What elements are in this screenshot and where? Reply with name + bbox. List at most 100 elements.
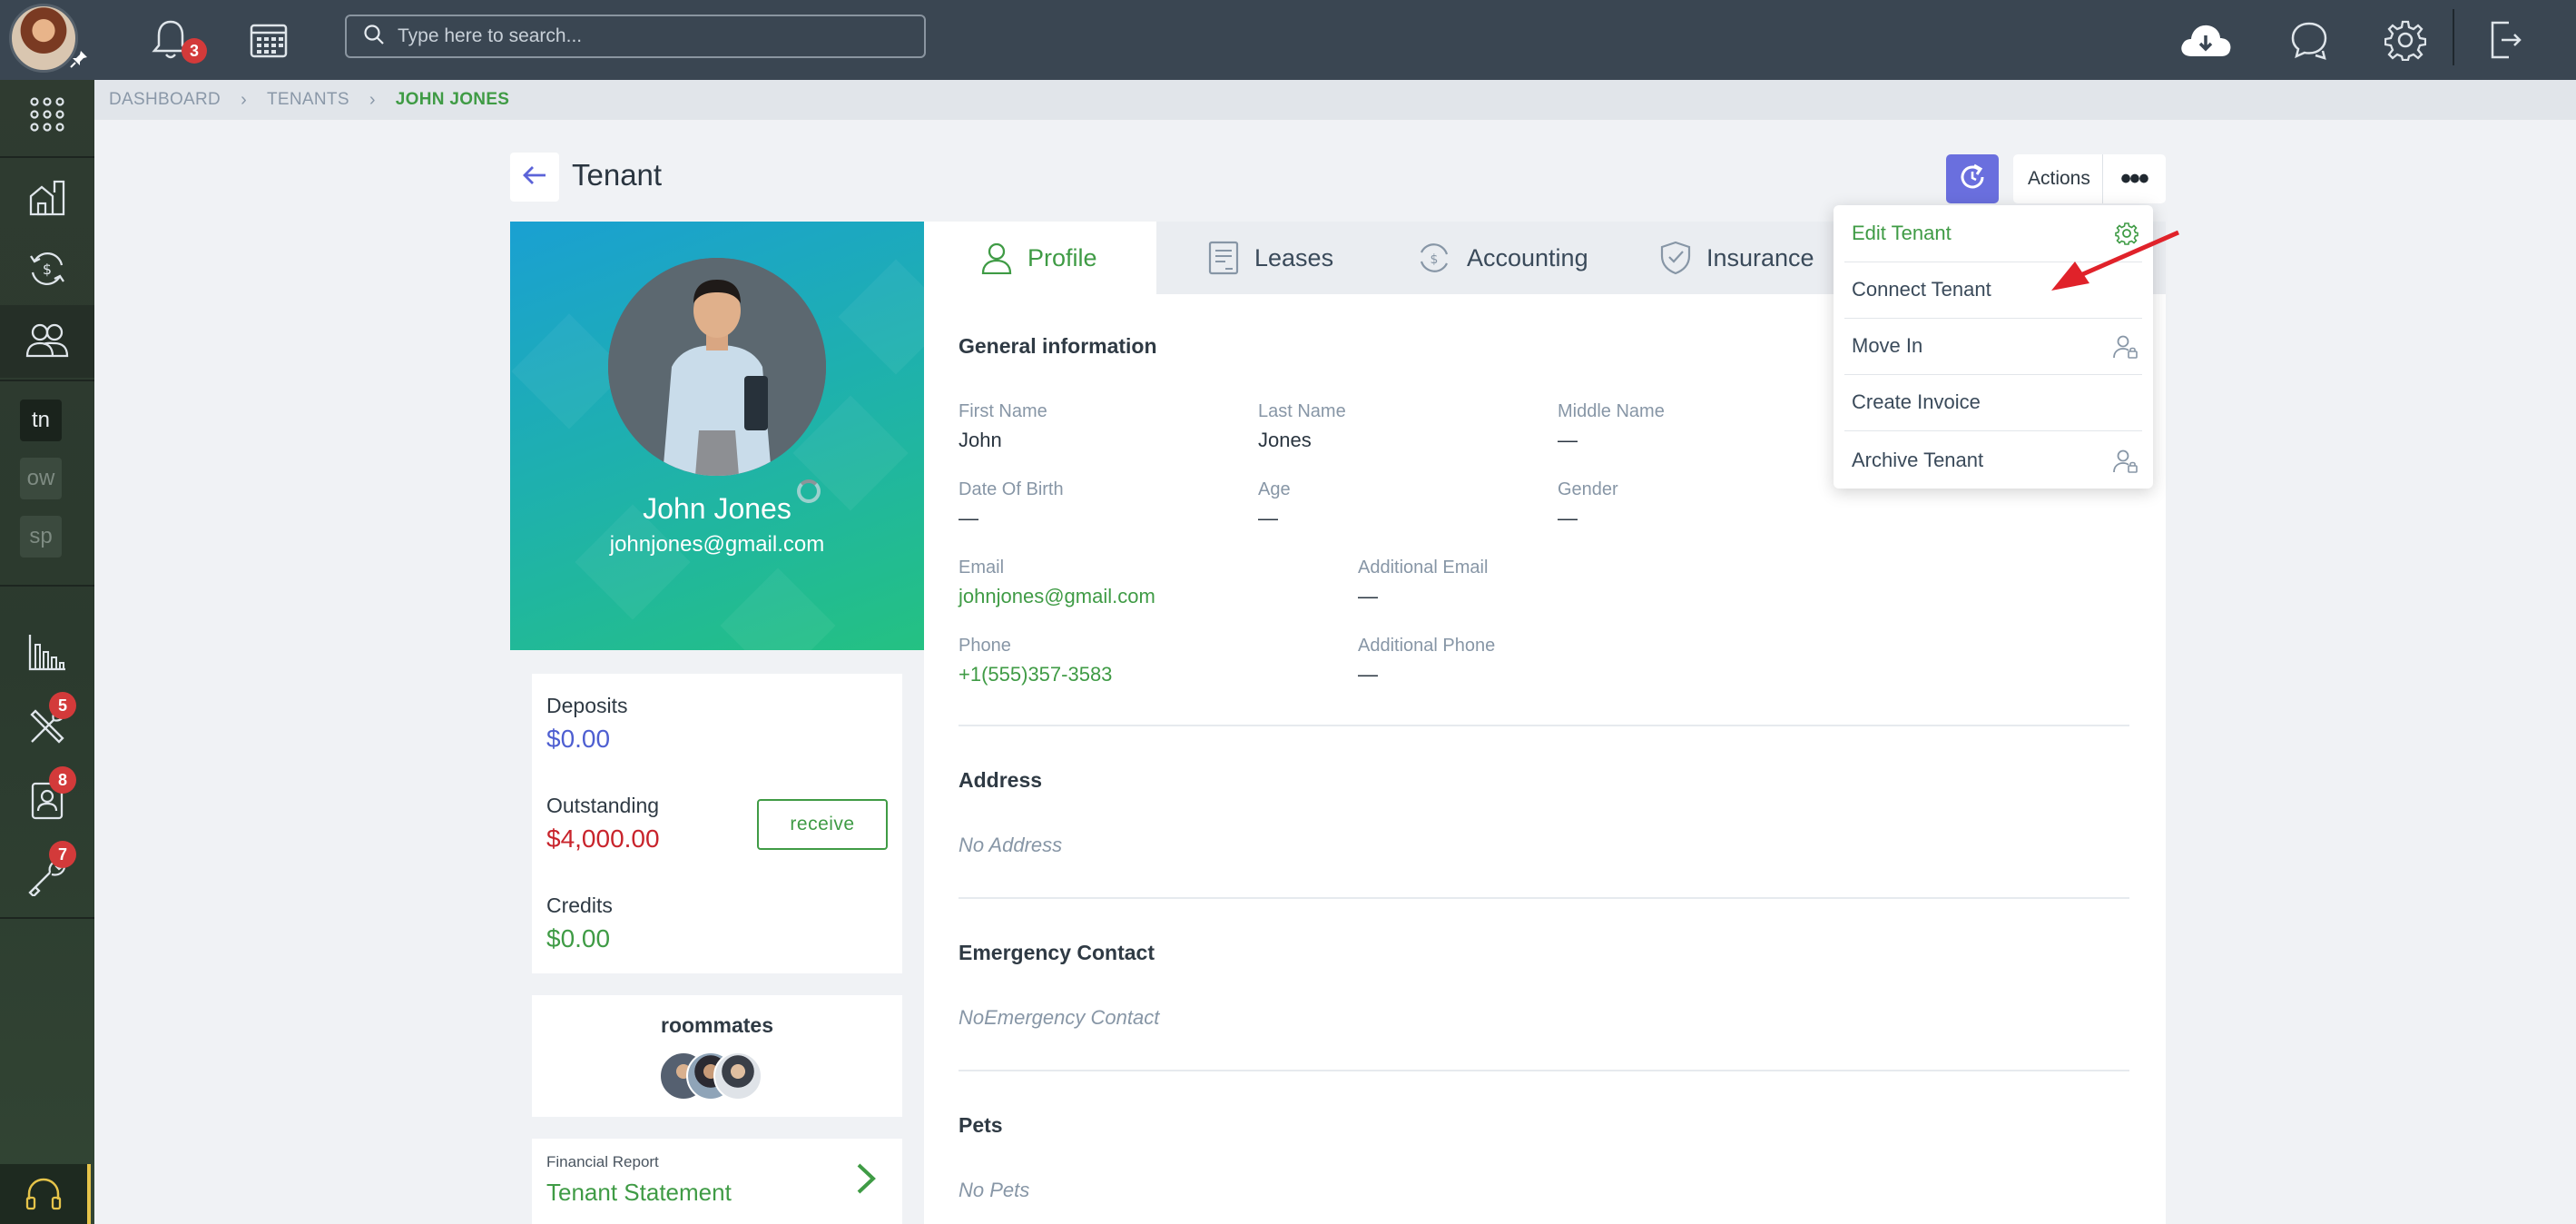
- notifications-bell-icon[interactable]: 3: [143, 13, 207, 67]
- settings-gear-icon[interactable]: [2378, 13, 2433, 67]
- support-headset-icon[interactable]: [0, 1164, 91, 1224]
- additional-phone-label: Additional Phone: [1358, 636, 1496, 656]
- calendar-icon[interactable]: [241, 13, 296, 67]
- sidebar-item-apps[interactable]: [0, 80, 94, 153]
- cloud-download-icon[interactable]: [2177, 13, 2235, 67]
- outstanding-value: $4,000.00: [546, 824, 660, 853]
- menu-item-move-in[interactable]: Move In: [1834, 318, 2153, 374]
- sidebar-item-tenants[interactable]: [0, 305, 94, 378]
- contacts-badge: 8: [49, 766, 76, 794]
- sidebar-tag-ow[interactable]: ow: [20, 458, 62, 499]
- sidebar-item-contacts[interactable]: 8: [0, 766, 94, 839]
- additional-phone-value: —: [1358, 663, 1378, 686]
- search-icon: [363, 24, 385, 50]
- chevron-right-icon: ›: [369, 89, 376, 110]
- sidebar-tag-sp[interactable]: sp: [20, 516, 62, 558]
- notifications-badge: 3: [182, 38, 207, 64]
- svg-text:$: $: [1431, 252, 1439, 267]
- sidebar-item-maintenance[interactable]: 5: [0, 692, 94, 765]
- tab-label: Insurance: [1706, 243, 1814, 271]
- deposits-label: Deposits: [546, 694, 628, 717]
- first-name-value: John: [959, 429, 1002, 451]
- shield-icon: [1659, 240, 1692, 276]
- email-link[interactable]: johnjones@gmail.com: [959, 585, 1155, 608]
- roommates-title: roommates: [661, 1013, 773, 1037]
- sidebar-tag-tn[interactable]: tn: [20, 400, 62, 441]
- refresh-icon: [1957, 162, 1988, 197]
- tab-profile[interactable]: Profile: [924, 222, 1156, 294]
- breadcrumb-current: JOHN JONES: [395, 90, 510, 109]
- red-annotation-arrow-icon: [2051, 230, 2179, 291]
- pets-empty: No Pets: [959, 1179, 1030, 1201]
- chat-icon[interactable]: [2282, 13, 2336, 67]
- sidebar-item-accounting[interactable]: $: [0, 234, 94, 307]
- pin-icon[interactable]: [69, 49, 89, 69]
- deposits-value: $0.00: [546, 725, 611, 753]
- chevron-right-icon: [855, 1162, 877, 1199]
- receive-button[interactable]: receive: [757, 799, 888, 850]
- svg-text:$: $: [43, 261, 52, 278]
- middle-name-label: Middle Name: [1558, 401, 1665, 421]
- email-label: Email: [959, 558, 1005, 577]
- address-title: Address: [959, 768, 1043, 792]
- document-icon: [1207, 240, 1240, 276]
- menu-item-label: Archive Tenant: [1852, 449, 1984, 471]
- phone-link[interactable]: +1(555)357-3583: [959, 663, 1112, 686]
- tab-insurance[interactable]: Insurance: [1659, 222, 1814, 294]
- more-options-icon[interactable]: •••: [2103, 154, 2165, 203]
- roommate-avatar[interactable]: [713, 1051, 762, 1101]
- refresh-button[interactable]: [1946, 154, 1999, 203]
- last-name-value: Jones: [1258, 429, 1312, 451]
- actions-button[interactable]: Actions: [2013, 168, 2102, 190]
- page-title: Tenant: [572, 158, 663, 192]
- menu-item-archive-tenant[interactable]: Archive Tenant: [1834, 432, 2153, 489]
- sidebar-item-properties[interactable]: [0, 162, 94, 234]
- tab-label: Leases: [1254, 243, 1334, 271]
- tools-badge: 7: [49, 841, 76, 868]
- pets-title: Pets: [959, 1113, 1003, 1137]
- menu-item-create-invoice[interactable]: Create Invoice: [1834, 374, 2153, 430]
- age-value: —: [1258, 507, 1278, 529]
- apps-grid-icon: [29, 96, 65, 137]
- breadcrumb-dashboard[interactable]: DASHBOARD: [109, 90, 221, 110]
- breadcrumb-tenants[interactable]: TENANTS: [267, 90, 349, 110]
- logout-icon[interactable]: [2478, 13, 2532, 67]
- first-name-label: First Name: [959, 401, 1047, 421]
- dob-label: Date Of Birth: [959, 479, 1064, 499]
- tenant-statement-link[interactable]: Tenant Statement: [546, 1179, 732, 1207]
- tab-label: Profile: [1027, 243, 1097, 271]
- financial-report-card[interactable]: Financial Report Tenant Statement: [532, 1139, 902, 1224]
- tenant-name: John Jones: [643, 492, 791, 525]
- topbar-divider: [2453, 9, 2454, 65]
- bar-chart-icon: [27, 632, 67, 676]
- divider: [959, 897, 2129, 899]
- sidebar: $ tn ow sp 5 8 7: [0, 80, 94, 1224]
- emergency-contact-empty: NoEmergency Contact: [959, 1006, 1160, 1029]
- credits-value: $0.00: [546, 924, 611, 953]
- top-bar: 3: [0, 0, 2576, 80]
- last-name-label: Last Name: [1258, 401, 1346, 421]
- menu-item-label: Create Invoice: [1852, 390, 1981, 413]
- outstanding-label: Outstanding: [546, 794, 660, 817]
- person-icon: [980, 242, 1013, 274]
- emergency-contact-title: Emergency Contact: [959, 941, 1155, 964]
- actions-button-group: Actions •••: [2013, 154, 2166, 203]
- sidebar-item-reports[interactable]: [0, 617, 94, 690]
- sidebar-item-tools[interactable]: 7: [0, 841, 94, 913]
- person-lock-icon: [2113, 334, 2138, 365]
- arrow-left-icon: [522, 164, 547, 191]
- additional-email-value: —: [1358, 585, 1378, 607]
- tab-leases[interactable]: Leases: [1207, 222, 1333, 294]
- menu-item-label: Connect Tenant: [1852, 278, 1991, 301]
- credits-label: Credits: [546, 893, 613, 917]
- back-button[interactable]: [510, 153, 559, 202]
- user-avatar[interactable]: [9, 4, 78, 73]
- roommates-card: roommates: [532, 995, 902, 1117]
- search-input[interactable]: [398, 25, 906, 47]
- search-box[interactable]: [345, 15, 926, 58]
- tab-accounting[interactable]: $ Accounting: [1416, 222, 1588, 294]
- money-cycle-icon: $: [1416, 242, 1452, 274]
- dob-value: —: [959, 507, 978, 529]
- menu-item-label: Move In: [1852, 334, 1923, 357]
- chevron-right-icon: ›: [241, 89, 248, 110]
